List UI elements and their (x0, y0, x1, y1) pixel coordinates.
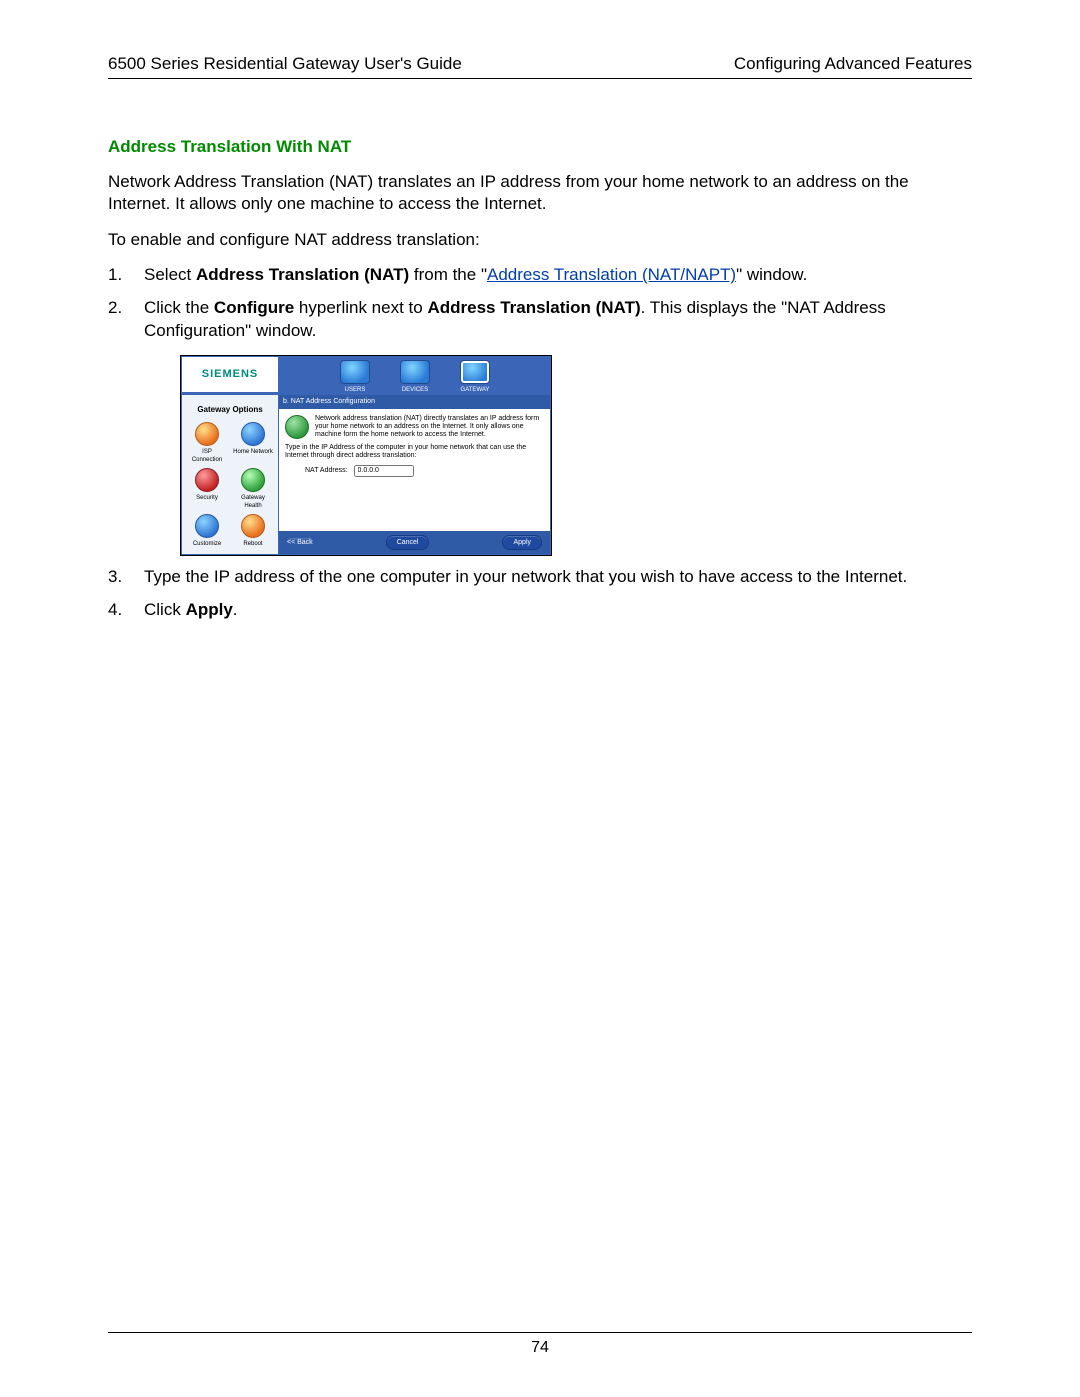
nat-address-input[interactable] (354, 465, 414, 477)
step-2: Click the Configure hyperlink next to Ad… (108, 297, 972, 556)
main-panel: b. NAT Address Configuration Network add… (279, 394, 551, 555)
sidebar-title: Gateway Options (186, 405, 274, 416)
gateway-icon (460, 360, 490, 384)
gear-icon (195, 514, 219, 538)
page-footer: 74 (108, 1332, 972, 1357)
tab-users-label: USERS (345, 386, 366, 394)
step-2-bold2: Address Translation (NAT) (427, 298, 640, 317)
step-1-mid: from the " (409, 265, 487, 284)
home-icon (241, 422, 265, 446)
lock-icon (195, 468, 219, 492)
section-title: Address Translation With NAT (108, 137, 972, 157)
tab-gateway[interactable]: GATEWAY (449, 360, 501, 394)
embedded-screenshot: SIEMENS USERS DEVICES (180, 355, 972, 556)
sidebar-item-label: Home Network (233, 448, 273, 456)
top-tabbar: USERS DEVICES GATEWAY (279, 356, 551, 394)
globe-icon (195, 422, 219, 446)
step-4-text: Click (144, 600, 186, 619)
reboot-icon (241, 514, 265, 538)
prompt-text: Type in the IP Address of the computer i… (279, 444, 550, 461)
sidebar-item-label: Security (187, 494, 227, 502)
sidebar-item-label: Customize (187, 540, 227, 548)
sidebar-item-label: ISP Connection (187, 448, 227, 464)
sidebar-item-isp[interactable]: ISP Connection (187, 422, 227, 464)
sidebar-item-home[interactable]: Home Network (233, 422, 273, 464)
cancel-button[interactable]: Cancel (386, 535, 430, 550)
apply-button[interactable]: Apply (502, 535, 542, 550)
running-header: 6500 Series Residential Gateway User's G… (108, 54, 972, 79)
devices-icon (400, 360, 430, 384)
step-2-text: Click the (144, 298, 214, 317)
header-left: 6500 Series Residential Gateway User's G… (108, 54, 462, 74)
lead-in: To enable and configure NAT address tran… (108, 229, 972, 251)
back-button[interactable]: << Back (287, 538, 313, 547)
sidebar-item-label: Gateway Health (233, 494, 273, 510)
step-3: Type the IP address of the one computer … (108, 566, 972, 589)
intro-paragraph: Network Address Translation (NAT) transl… (108, 171, 972, 215)
step-4-tail: . (233, 600, 238, 619)
nat-address-label: NAT Address: (305, 466, 348, 475)
breadcrumb: b. NAT Address Configuration (279, 395, 550, 408)
sidebar-item-customize[interactable]: Customize (187, 514, 227, 548)
tab-devices[interactable]: DEVICES (389, 360, 441, 394)
sidebar-item-reboot[interactable]: Reboot (233, 514, 273, 548)
step-1-bold: Address Translation (NAT) (196, 265, 409, 284)
users-icon (340, 360, 370, 384)
page-number: 74 (531, 1339, 549, 1356)
sidebar-item-security[interactable]: Security (187, 468, 227, 510)
tab-users[interactable]: USERS (329, 360, 381, 394)
step-1: Select Address Translation (NAT) from th… (108, 264, 972, 287)
tab-devices-label: DEVICES (402, 386, 428, 394)
explain-text: Network address translation (NAT) direct… (315, 415, 544, 440)
sidebar-item-label: Reboot (233, 540, 273, 548)
header-right: Configuring Advanced Features (734, 54, 972, 74)
sidebar-item-health[interactable]: Gateway Health (233, 468, 273, 510)
brand-logo: SIEMENS (181, 356, 279, 392)
step-4-bold: Apply (186, 600, 233, 619)
step-1-tail: " window. (736, 265, 807, 284)
step-2-bold1: Configure (214, 298, 294, 317)
nat-icon (285, 415, 309, 439)
step-4: Click Apply. (108, 599, 972, 622)
step-1-text: Select (144, 265, 196, 284)
sidebar: Gateway Options ISP Connection Home Netw… (181, 394, 279, 555)
button-bar: << Back Cancel Apply (279, 531, 550, 554)
health-icon (241, 468, 265, 492)
step-2-mid: hyperlink next to (294, 298, 427, 317)
tab-gateway-label: GATEWAY (461, 386, 490, 394)
procedure-list: Select Address Translation (NAT) from th… (108, 264, 972, 622)
nat-napt-link[interactable]: Address Translation (NAT/NAPT) (487, 265, 736, 284)
